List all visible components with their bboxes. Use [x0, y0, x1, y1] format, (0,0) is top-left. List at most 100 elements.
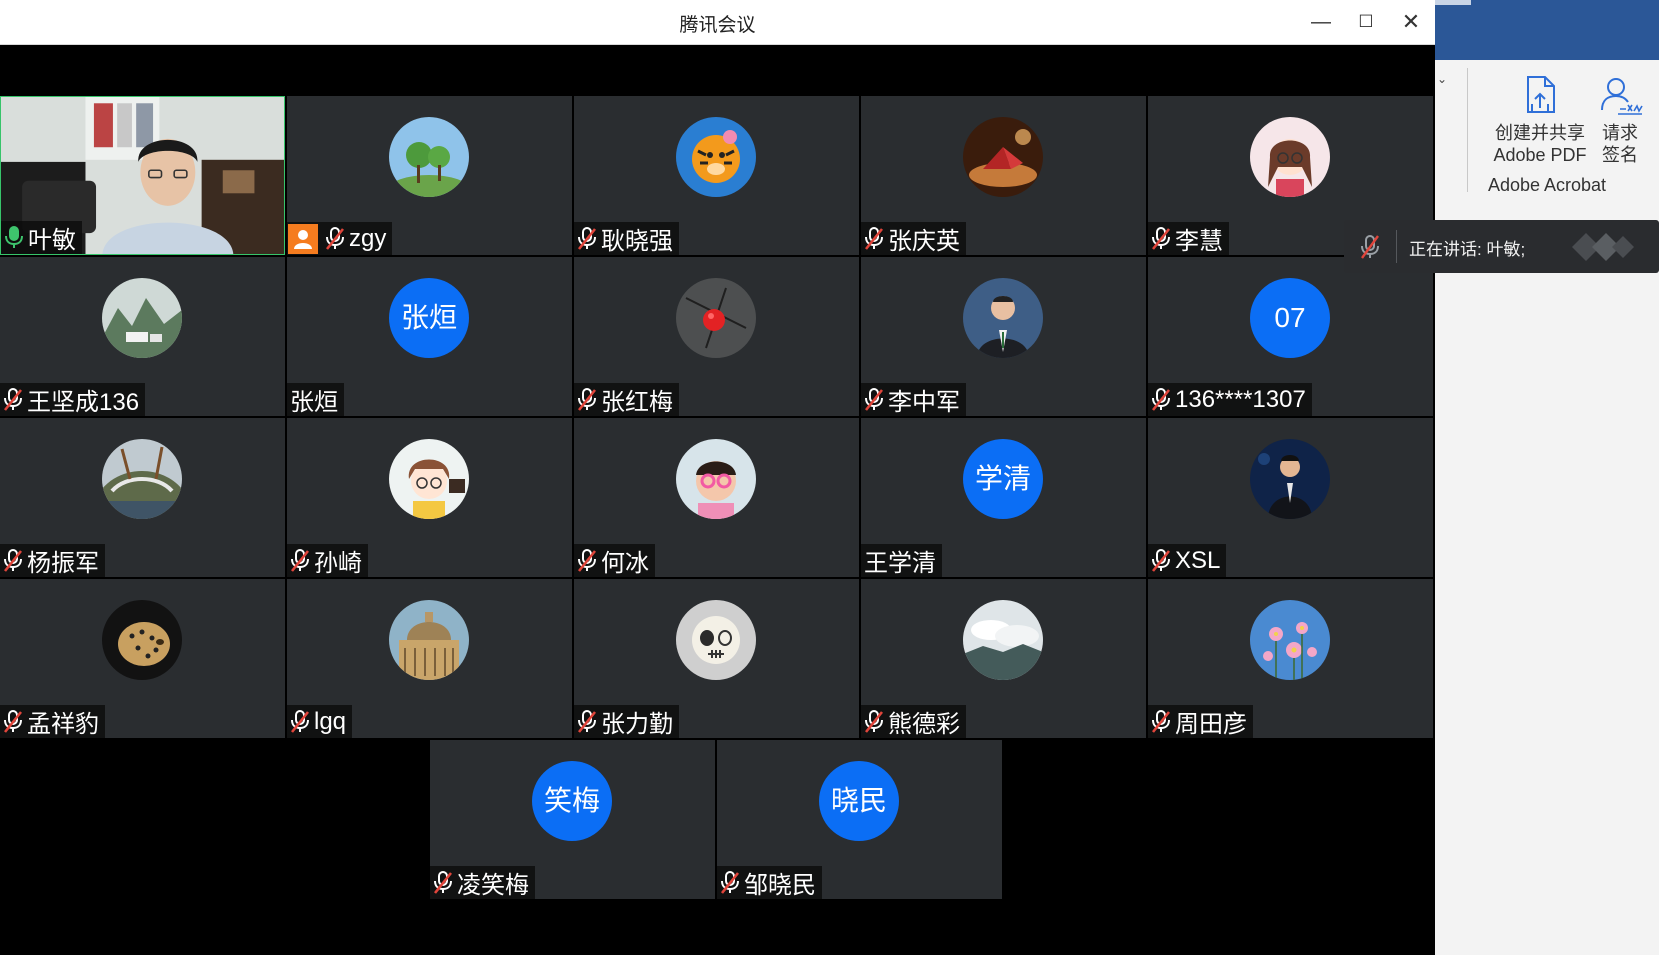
mic-muted-icon — [2, 387, 24, 412]
participant-tile[interactable]: 耿晓强 — [574, 96, 859, 255]
participant-name: 136****1307 — [1175, 385, 1306, 413]
participant-name-bar: zgy — [287, 222, 393, 255]
mic-muted-icon — [1150, 548, 1172, 573]
participant-avatar — [676, 600, 756, 680]
participant-name: 李中军 — [888, 389, 960, 416]
participant-name: XSL — [1175, 546, 1221, 574]
participant-avatar — [1250, 439, 1330, 519]
mic-muted-icon — [2, 548, 24, 573]
participant-avatar — [963, 278, 1043, 358]
mic-muted-icon — [576, 548, 598, 573]
participant-name: zgy — [349, 224, 387, 252]
participant-tile[interactable]: 李中军 — [861, 257, 1146, 416]
participant-name-bar: 李慧 — [1148, 222, 1229, 255]
participant-name-bar: 王坚成136 — [0, 383, 146, 416]
participant-name: 周田彦 — [1175, 711, 1247, 738]
participant-name-bar: 孟祥豹 — [0, 705, 105, 738]
participant-avatar — [389, 600, 469, 680]
participant-tile[interactable]: zgy — [287, 96, 572, 255]
participant-tile[interactable]: 熊德彩 — [861, 579, 1146, 738]
participant-tile[interactable]: 叶敏 — [0, 96, 285, 255]
participant-name-bar: 张力勤 — [574, 705, 679, 738]
participant-name-bar: 叶敏 — [1, 221, 82, 254]
mic-muted-icon — [2, 709, 24, 734]
participant-avatar — [963, 117, 1043, 197]
mic-muted-icon — [1150, 709, 1172, 734]
request-signature-button[interactable]: 请求 签名 — [1585, 74, 1655, 166]
participant-tile[interactable]: 张烜 张烜 — [287, 257, 572, 416]
speaking-text: 正在讲话: 叶敏; — [1409, 240, 1526, 259]
mic-muted-icon — [324, 226, 346, 251]
chevron-down-icon[interactable]: ⌄ — [1437, 72, 1447, 86]
participant-name: lgq — [314, 707, 347, 735]
participant-tile[interactable]: 孙崎 — [287, 418, 572, 577]
request-signature-label-2: 签名 — [1602, 145, 1638, 165]
mic-muted-icon — [289, 709, 311, 734]
participant-tile[interactable]: 张力勤 — [574, 579, 859, 738]
word-ribbon-panel: ⌄ 创建并共享 Adobe PDF 请求 签名 Adobe Acrobat — [1435, 0, 1659, 955]
participant-tile[interactable]: 张红梅 — [574, 257, 859, 416]
participant-name: 耿晓强 — [601, 228, 673, 255]
ribbon-tab-indicator — [1435, 0, 1471, 5]
participant-name: 张红梅 — [601, 389, 673, 416]
ribbon-group-label: Adobe Acrobat — [1487, 175, 1607, 195]
participant-avatar: 学清 — [963, 439, 1043, 519]
participant-avatar — [676, 117, 756, 197]
participant-avatar — [102, 278, 182, 358]
maximize-button[interactable]: ☐ — [1348, 6, 1384, 38]
mic-muted-icon — [1150, 387, 1172, 412]
participant-avatar — [1250, 117, 1330, 197]
participant-tile[interactable]: 晓民邹晓民 — [717, 740, 1002, 899]
meeting-window: 腾讯会议 — ☐ ✕ 叶敏 zgy 耿晓强 张庆英 李慧王坚成136 张烜 张烜张红梅 李中军… — [0, 0, 1435, 955]
participant-tile[interactable]: 孟祥豹 — [0, 579, 285, 738]
participant-tile[interactable]: 张庆英 — [861, 96, 1146, 255]
mic-muted-icon — [863, 709, 885, 734]
participant-avatar — [102, 600, 182, 680]
participant-tile[interactable]: 何冰 — [574, 418, 859, 577]
title-bar: 腾讯会议 — ☐ ✕ — [0, 0, 1435, 45]
participant-name-bar: 张烜 — [287, 383, 344, 416]
participant-name: 凌笑梅 — [457, 872, 529, 899]
mic-on-icon — [3, 225, 25, 250]
mic-muted-icon — [863, 226, 885, 251]
mic-muted-icon — [863, 387, 885, 412]
participant-tile[interactable]: 周田彦 — [1148, 579, 1433, 738]
participant-tile[interactable]: 王坚成136 — [0, 257, 285, 416]
participant-name: 邹晓民 — [744, 872, 816, 899]
participant-name: 何冰 — [601, 550, 649, 577]
participant-name: 叶敏 — [28, 227, 76, 254]
request-signature-label-1: 请求 — [1602, 123, 1638, 143]
participant-name-bar: 周田彦 — [1148, 705, 1253, 738]
participant-name-bar: 孙崎 — [287, 544, 368, 577]
participant-avatar: 晓民 — [819, 761, 899, 841]
toast-divider — [1396, 230, 1397, 263]
participant-avatar — [102, 439, 182, 519]
participant-name: 熊德彩 — [888, 711, 960, 738]
participant-name-bar: 何冰 — [574, 544, 655, 577]
participant-name: 王学清 — [864, 550, 936, 577]
participant-avatar: 笑梅 — [532, 761, 612, 841]
window-title: 腾讯会议 — [679, 15, 756, 36]
participant-name: 张烜 — [290, 389, 338, 416]
participant-name-bar: 邹晓民 — [717, 866, 822, 899]
participant-name-bar: 杨振军 — [0, 544, 105, 577]
participant-name: 杨振军 — [27, 550, 99, 577]
minimize-button[interactable]: — — [1303, 6, 1339, 38]
participant-name: 张力勤 — [601, 711, 673, 738]
participant-avatar — [963, 600, 1043, 680]
participant-name-bar: 凌笑梅 — [430, 866, 535, 899]
participant-tile[interactable]: 07 136****1307 — [1148, 257, 1433, 416]
participant-tile[interactable]: 学清王学清 — [861, 418, 1146, 577]
participant-avatar — [676, 439, 756, 519]
participant-tile[interactable]: lgq — [287, 579, 572, 738]
participant-tile[interactable]: 杨振军 — [0, 418, 285, 577]
close-button[interactable]: ✕ — [1393, 6, 1429, 38]
mic-muted-icon — [289, 548, 311, 573]
create-share-pdf-button[interactable]: 创建并共享 Adobe PDF — [1485, 74, 1595, 166]
participant-name-bar: 136****1307 — [1148, 383, 1312, 416]
participant-tile[interactable]: 笑梅凌笑梅 — [430, 740, 715, 899]
participant-name: 孟祥豹 — [27, 711, 99, 738]
participant-grid: 叶敏 zgy 耿晓强 张庆英 李慧王坚成136 张烜 张烜张红梅 李中军 07 136****13… — [0, 96, 1433, 904]
participant-avatar — [676, 278, 756, 358]
participant-tile[interactable]: XSL — [1148, 418, 1433, 577]
